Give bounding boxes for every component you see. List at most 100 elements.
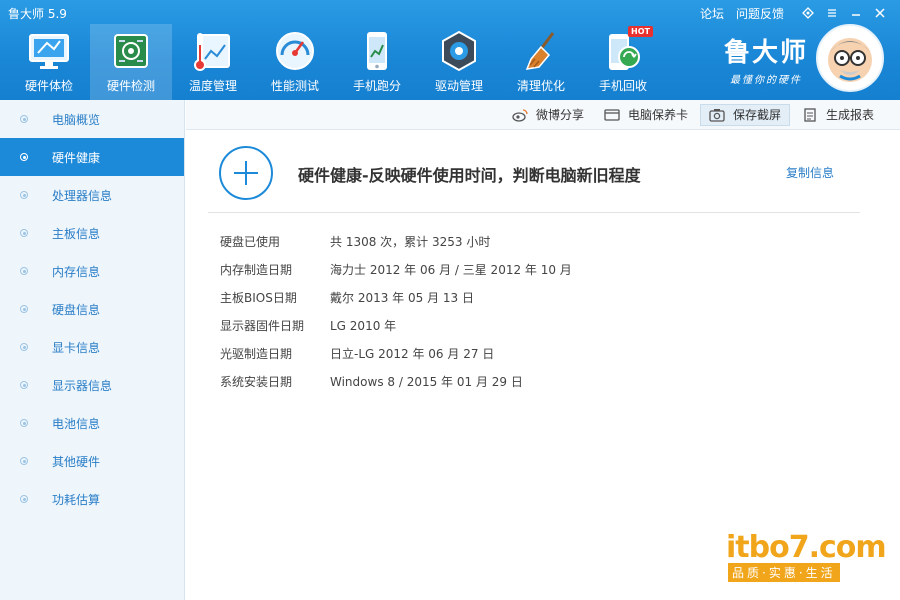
info-row: 显示器固件日期 LG 2010 年 [220,317,572,345]
sidebar-item-motherboard[interactable]: 主板信息 [0,214,184,252]
tab-label: 温度管理 [188,79,237,93]
info-value: Windows 8 / 2015 年 01 月 29 日 [330,375,523,389]
phone-chart-icon [354,28,400,74]
bullet-icon [20,495,28,503]
tab-label: 手机跑分 [352,79,401,93]
sidebar-item-label: 内存信息 [52,264,101,279]
tab-driver[interactable]: 驱动管理 [418,24,500,100]
mascot-avatar [816,24,884,92]
feedback-link[interactable]: 问题反馈 [736,5,784,22]
maintenance-card-button[interactable]: 电脑保养卡 [596,104,696,126]
sidebar-item-label: 电池信息 [52,416,101,431]
sidebar: 电脑概览 硬件健康 处理器信息 主板信息 内存信息 硬盘信息 显卡信息 显示器信… [0,100,185,600]
sidebar-item-label: 硬件健康 [52,150,101,165]
info-key: 硬盘已使用 [220,235,281,249]
tab-phone-benchmark[interactable]: 手机跑分 [336,24,418,100]
weibo-share-button[interactable]: 微博分享 [504,104,592,126]
bullet-icon [20,305,28,313]
sidebar-item-label: 处理器信息 [52,188,113,203]
sidebar-item-label: 电脑概览 [52,112,101,127]
sidebar-item-label: 显卡信息 [52,340,101,355]
tab-label: 清理优化 [516,79,565,93]
info-value: 戴尔 2013 年 05 月 13 日 [330,291,474,305]
tab-cleanup[interactable]: 清理优化 [500,24,582,100]
weibo-share-label: 微博分享 [535,108,584,122]
info-row: 系统安装日期 Windows 8 / 2015 年 01 月 29 日 [220,373,572,401]
report-icon [802,107,818,122]
sidebar-item-label: 功耗估算 [52,492,101,507]
tab-performance[interactable]: 性能测试 [254,24,336,100]
info-value: 共 1308 次，累计 3253 小时 [330,235,491,249]
tab-label: 手机回收 [598,79,647,93]
brand-slogan: 最懂你的硬件 [729,75,802,86]
sidebar-item-disk[interactable]: 硬盘信息 [0,290,184,328]
tab-label: 硬件检测 [106,79,155,93]
bullet-icon [20,457,28,465]
sidebar-item-label: 显示器信息 [52,378,113,393]
watermark-tagline: 品质·实惠·生活 [728,563,840,582]
hot-badge: HOT [628,26,653,37]
gear-chip-icon [436,28,482,74]
brand: 鲁大师 最懂你的硬件 [724,32,808,86]
window-controls: 论坛 问题反馈 [700,4,892,22]
info-key: 主板BIOS日期 [220,291,297,305]
sidebar-item-power-estimate[interactable]: 功耗估算 [0,480,184,518]
tab-hardware-checkup[interactable]: 硬件体检 [8,24,90,100]
sidebar-item-label: 硬盘信息 [52,302,101,317]
info-key: 内存制造日期 [220,263,293,277]
plus-icon [219,146,273,200]
thermometer-icon [190,28,236,74]
bullet-icon [20,343,28,351]
info-row: 内存制造日期 海力士 2012 年 06 月 / 三星 2012 年 10 月 [220,261,572,289]
bullet-icon [20,229,28,237]
main-toolbar: 硬件体检 硬件检测 温度管理 性能测试 手机跑分 驱动管理 清理优化 HOT 手… [8,24,664,100]
tab-hardware-detect[interactable]: 硬件检测 [90,24,172,100]
sidebar-item-overview[interactable]: 电脑概览 [0,100,184,138]
tab-label: 性能测试 [270,79,319,93]
page-title: 硬件健康-反映硬件使用时间，判断电脑新旧程度 [298,166,641,185]
weibo-icon [512,108,528,122]
watermark-text: itbo7.com [726,530,887,565]
sidebar-item-display[interactable]: 显示器信息 [0,366,184,404]
maintenance-card-label: 电脑保养卡 [627,108,688,122]
copy-info-link[interactable]: 复制信息 [786,164,834,181]
camera-icon [709,108,725,122]
info-row: 硬盘已使用 共 1308 次，累计 3253 小时 [220,233,572,261]
sidebar-item-memory[interactable]: 内存信息 [0,252,184,290]
sidebar-item-label: 主板信息 [52,226,101,241]
save-screenshot-button[interactable]: 保存截屏 [699,103,790,126]
bullet-icon [20,153,28,161]
info-row: 光驱制造日期 日立-LG 2012 年 06 月 27 日 [220,345,572,373]
tab-temperature[interactable]: 温度管理 [172,24,254,100]
sidebar-item-hardware-health[interactable]: 硬件健康 [0,138,184,176]
bullet-icon [20,191,28,199]
sidebar-item-battery[interactable]: 电池信息 [0,404,184,442]
sidebar-item-other-hardware[interactable]: 其他硬件 [0,442,184,480]
minimize-icon[interactable] [844,4,868,22]
circuit-board-icon [108,28,154,74]
skin-icon[interactable] [796,4,820,22]
sidebar-item-cpu[interactable]: 处理器信息 [0,176,184,214]
bullet-icon [20,267,28,275]
hardware-health-list: 硬盘已使用 共 1308 次，累计 3253 小时 内存制造日期 海力士 2012 … [220,233,572,401]
action-bar: 微博分享 电脑保养卡 保存截屏 生成报表 [186,100,900,130]
info-value: LG 2010 年 [330,319,397,333]
broom-icon [518,28,564,74]
brand-name: 鲁大师 [723,38,808,68]
forum-link[interactable]: 论坛 [700,5,724,22]
generate-report-label: 生成报表 [825,108,874,122]
menu-icon[interactable] [820,4,844,22]
info-key: 光驱制造日期 [220,347,293,361]
bullet-icon [20,381,28,389]
info-row: 主板BIOS日期 戴尔 2013 年 05 月 13 日 [220,289,572,317]
app-title: 鲁大师 5.9 [8,7,67,21]
close-icon[interactable] [868,4,892,22]
sidebar-item-gpu[interactable]: 显卡信息 [0,328,184,366]
bullet-icon [20,419,28,427]
info-value: 海力士 2012 年 06 月 / 三星 2012 年 10 月 [330,263,572,277]
info-key: 系统安装日期 [220,375,293,389]
divider [208,212,860,213]
card-icon [604,108,620,122]
generate-report-button[interactable]: 生成报表 [794,104,882,126]
tab-phone-recycle[interactable]: HOT 手机回收 [582,24,664,100]
